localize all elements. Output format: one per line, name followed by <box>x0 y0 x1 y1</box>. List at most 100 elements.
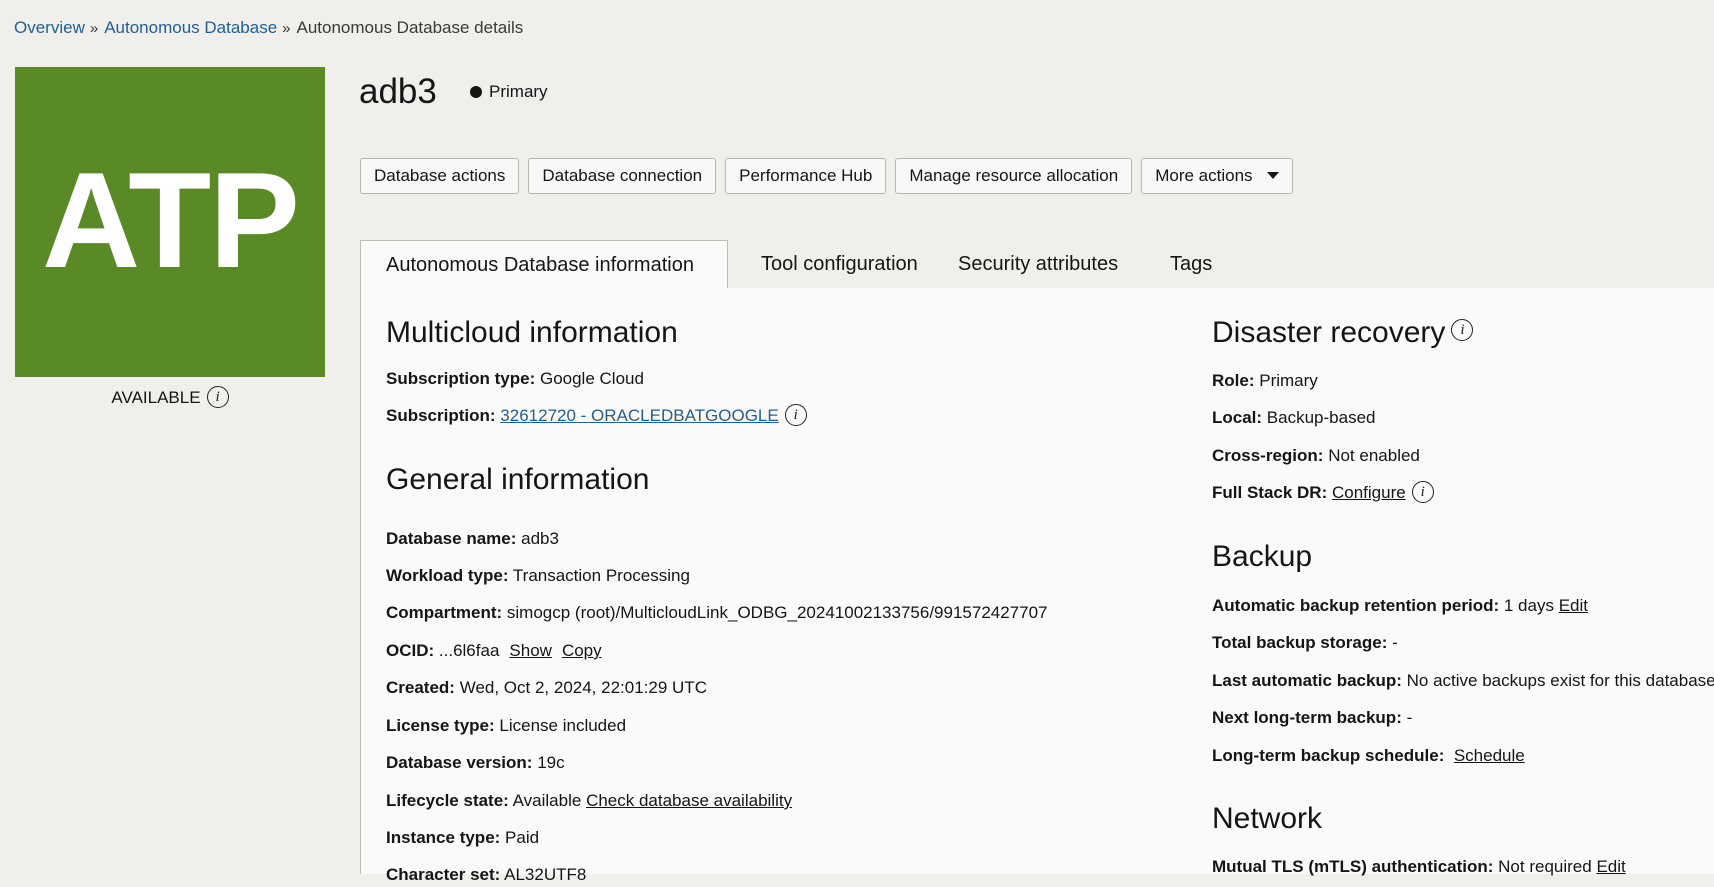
dr-local-row: Local: Backup-based <box>1212 406 1375 430</box>
last-backup-row: Last automatic backup: No active backups… <box>1212 669 1714 693</box>
field-value: - <box>1392 633 1398 652</box>
next-backup-row: Next long-term backup: - <box>1212 706 1412 730</box>
field-value: License included <box>499 716 627 735</box>
breadcrumb-current: Autonomous Database details <box>296 18 524 37</box>
info-icon[interactable]: i <box>1451 319 1474 342</box>
field-label: Subscription type: <box>386 369 536 388</box>
field-label: Compartment: <box>386 603 503 622</box>
breadcrumb: Overview» Autonomous Database» Autonomous … <box>14 17 523 40</box>
field-value: 1 days <box>1503 596 1554 615</box>
performance-hub-button[interactable]: Performance Hub <box>725 158 887 194</box>
status-label: AVAILABLE <box>111 388 201 407</box>
field-value: AL32UTF8 <box>504 865 587 884</box>
info-icon[interactable]: i <box>784 403 807 426</box>
field-value: adb3 <box>521 529 559 548</box>
field-label: Total backup storage: <box>1212 633 1388 652</box>
ocid-row: OCID: ...6l6faa Show Copy <box>386 639 602 663</box>
subscription-type-row: Subscription type: Google Cloud <box>386 367 644 391</box>
ocid-show-link[interactable]: Show <box>509 641 552 660</box>
mtls-edit-link[interactable]: Edit <box>1596 857 1625 876</box>
caret-down-icon <box>1266 172 1279 180</box>
info-icon[interactable]: i <box>1411 480 1434 503</box>
manage-resource-allocation-button[interactable]: Manage resource allocation <box>895 158 1133 194</box>
database-actions-button[interactable]: Database actions <box>360 158 520 194</box>
field-value: Primary <box>1259 371 1318 390</box>
tab-bar: Autonomous Database information Tool con… <box>360 240 1714 289</box>
mtls-row: Mutual TLS (mTLS) authentication: Not re… <box>1212 855 1626 879</box>
database-name-row: Database name: adb3 <box>386 527 559 551</box>
field-value: Not enabled <box>1328 446 1420 465</box>
field-label: Next long-term backup: <box>1212 708 1402 727</box>
field-label: Created: <box>386 678 455 697</box>
workload-type-row: Workload type: Transaction Processing <box>386 564 690 588</box>
page-title: adb3 <box>359 72 437 111</box>
breadcrumb-autonomous-database-link[interactable]: Autonomous Database <box>104 18 277 37</box>
field-label: Database name: <box>386 529 517 548</box>
database-connection-button[interactable]: Database connection <box>528 158 717 194</box>
atp-logo: ATP <box>15 67 325 377</box>
field-value: 19c <box>537 753 565 772</box>
character-set-row: Character set: AL32UTF8 <box>386 863 586 887</box>
subscription-link[interactable]: 32612720 - ORACLEDBATGOOGLE <box>500 406 778 425</box>
field-value: Google Cloud <box>539 369 644 388</box>
more-actions-label: More actions <box>1155 166 1253 185</box>
breadcrumb-overview-link[interactable]: Overview <box>14 18 85 37</box>
backup-storage-row: Total backup storage: - <box>1212 631 1398 655</box>
compartment-row: Compartment: simogcp (root)/MulticloudLi… <box>386 601 1048 625</box>
field-label: Database version: <box>386 753 533 772</box>
field-label: License type: <box>386 716 495 735</box>
role-badge-label: Primary <box>489 82 548 101</box>
field-label: Automatic backup retention period: <box>1212 596 1500 615</box>
field-label: Character set: <box>386 865 501 884</box>
field-label: Workload type: <box>386 566 509 585</box>
action-toolbar: Database actions Database connection Per… <box>360 158 1293 194</box>
field-value: Available <box>512 791 582 810</box>
field-value: Paid <box>505 828 540 847</box>
tab-tags[interactable]: Tags <box>1170 240 1212 288</box>
multicloud-section-title: Multicloud information <box>386 316 678 349</box>
check-availability-link[interactable]: Check database availability <box>586 791 792 810</box>
ocid-copy-link[interactable]: Copy <box>562 641 602 660</box>
backup-retention-row: Automatic backup retention period: 1 day… <box>1212 594 1588 618</box>
field-value: simogcp (root)/MulticloudLink_ODBG_20241… <box>506 603 1048 622</box>
field-label: OCID: <box>386 641 435 660</box>
field-label: Long-term backup schedule: <box>1212 746 1445 765</box>
license-type-row: License type: License included <box>386 714 626 738</box>
field-value: Wed, Oct 2, 2024, 22:01:29 UTC <box>459 678 707 697</box>
details-panel: Multicloud information Subscription type… <box>360 288 1714 884</box>
dr-role-row: Role: Primary <box>1212 369 1318 393</box>
field-value: - <box>1406 708 1413 727</box>
lifecycle-status: AVAILABLE i <box>15 385 325 410</box>
field-label: Lifecycle state: <box>386 791 509 810</box>
field-label: Mutual TLS (mTLS) authentication: <box>1212 857 1494 876</box>
field-value: Not required <box>1498 857 1592 876</box>
retention-edit-link[interactable]: Edit <box>1559 596 1588 615</box>
field-label: Instance type: <box>386 828 501 847</box>
atp-logo-text: ATP <box>42 144 300 296</box>
field-label: Full Stack DR: <box>1212 483 1328 502</box>
breadcrumb-separator: » <box>89 20 99 37</box>
field-label: Role: <box>1212 371 1255 390</box>
backup-section-title: Backup <box>1212 540 1313 573</box>
dr-cross-region-row: Cross-region: Not enabled <box>1212 444 1420 468</box>
field-value: Backup-based <box>1266 408 1376 427</box>
status-dot-icon <box>470 85 482 98</box>
tab-security-attributes[interactable]: Security attributes <box>958 240 1118 288</box>
info-icon[interactable]: i <box>206 385 229 408</box>
configure-link[interactable]: Configure <box>1332 483 1406 502</box>
field-label: Cross-region: <box>1212 446 1324 465</box>
schedule-link[interactable]: Schedule <box>1454 746 1525 765</box>
disaster-recovery-section-title: Disaster recovery i <box>1212 314 1474 352</box>
role-badge: Primary <box>470 81 548 103</box>
subscription-row: Subscription: 32612720 - ORACLEDBATGOOGL… <box>386 403 807 428</box>
field-value: No active backups exist for this databas… <box>1406 671 1714 690</box>
database-version-row: Database version: 19c <box>386 751 565 775</box>
field-label: Subscription: <box>386 406 496 425</box>
field-label: Last automatic backup: <box>1212 671 1402 690</box>
tab-autonomous-database-information[interactable]: Autonomous Database information <box>360 240 728 289</box>
network-section-title: Network <box>1212 802 1323 835</box>
tab-tool-configuration[interactable]: Tool configuration <box>761 240 918 288</box>
backup-schedule-row: Long-term backup schedule: Schedule <box>1212 744 1525 768</box>
more-actions-button[interactable]: More actions <box>1141 158 1293 194</box>
general-section-title: General information <box>386 463 650 496</box>
